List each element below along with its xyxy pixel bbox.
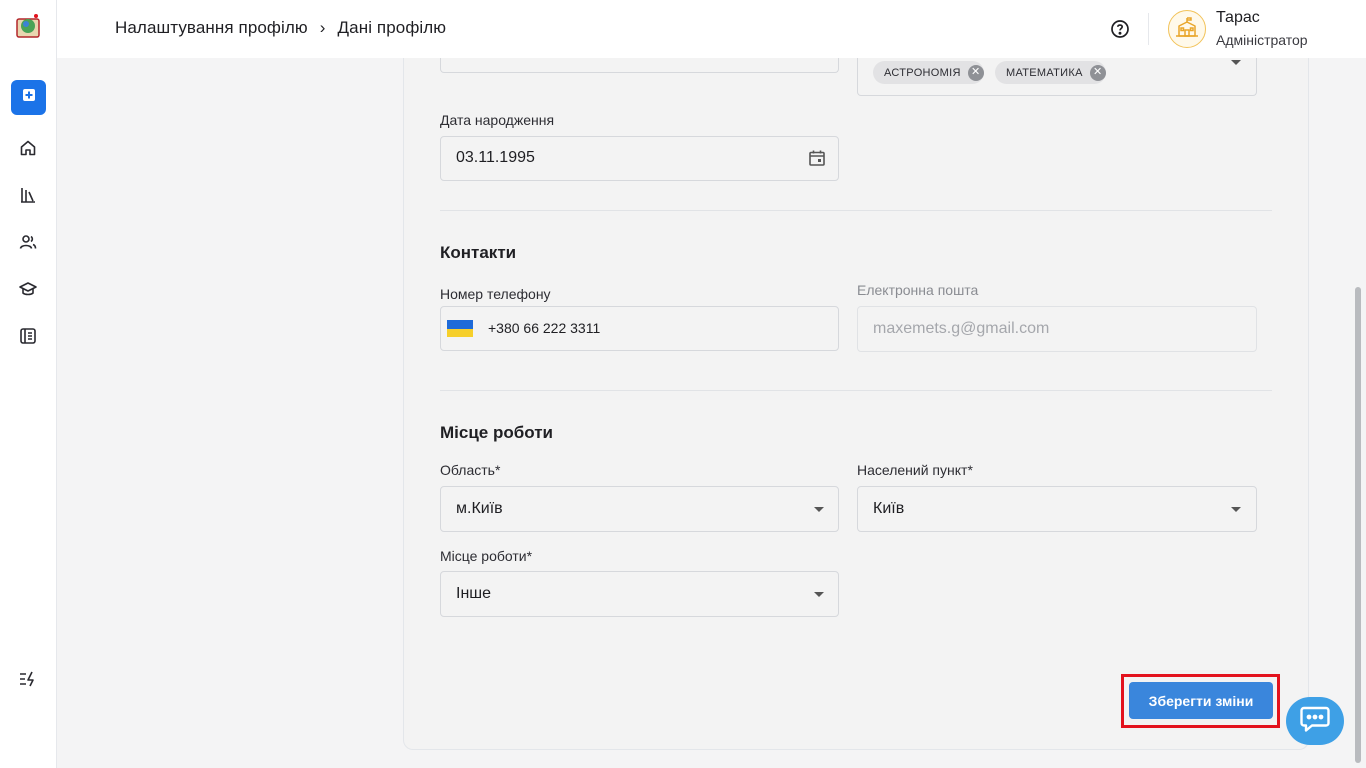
avatar[interactable] [1168, 10, 1206, 48]
top-header: Налаштування профілю › Дані профілю Тара… [57, 0, 1366, 58]
graduation-cap-icon[interactable] [17, 278, 39, 300]
work-select[interactable] [440, 571, 839, 617]
chevron-down-icon [814, 592, 824, 597]
header-divider [1148, 13, 1149, 45]
region-label: Область* [440, 462, 501, 478]
breadcrumb-separator: › [319, 18, 326, 37]
city-value: Київ [873, 500, 905, 517]
chat-icon [1299, 705, 1331, 738]
chat-button[interactable] [1286, 697, 1344, 745]
workplace-title: Місце роботи [440, 423, 553, 442]
contacts-title: Контакти [440, 243, 517, 262]
subject-chip-label: МАТЕМАТИКА [1006, 66, 1083, 79]
home-icon[interactable] [17, 137, 39, 159]
help-icon[interactable] [1110, 19, 1130, 39]
breadcrumb-current: Дані профілю [337, 18, 447, 37]
work-label: Місце роботи* [440, 548, 533, 564]
city-label: Населений пункт* [857, 462, 973, 478]
phone-label: Номер телефону [440, 286, 551, 302]
city-select[interactable] [857, 486, 1257, 532]
journal-icon[interactable] [17, 325, 39, 347]
calendar-icon[interactable] [808, 149, 826, 172]
chevron-down-icon [1231, 507, 1241, 512]
subject-chip-label: АСТРОНОМІЯ [884, 66, 961, 79]
sidebar [0, 0, 57, 768]
plus-square-icon [22, 88, 36, 107]
school-icon [1175, 16, 1199, 43]
chevron-down-icon [814, 507, 824, 512]
section-divider [440, 210, 1272, 211]
work-value: Інше [456, 585, 492, 602]
save-button[interactable]: Зберегти зміни [1129, 682, 1273, 719]
email-value: maxemets.g@gmail.com [873, 320, 1050, 337]
phone-value: +380 66 222 3311 [488, 320, 601, 336]
section-divider [440, 390, 1272, 391]
subject-chip: АСТРОНОМІЯ ✕ [873, 61, 984, 84]
users-icon[interactable] [17, 231, 39, 253]
birth-date-label: Дата народження [440, 112, 555, 128]
collapse-menu-icon[interactable] [17, 668, 39, 690]
subject-chip: МАТЕМАТИКА ✕ [995, 61, 1106, 84]
scrollbar-thumb[interactable] [1355, 287, 1361, 763]
chevron-down-icon [1231, 60, 1241, 65]
breadcrumb: Налаштування профілю › Дані профілю [115, 18, 446, 38]
email-label: Електронна пошта [857, 282, 979, 298]
birth-date-value: 03.11.1995 [456, 149, 535, 166]
region-value: м.Київ [456, 500, 503, 517]
logo-icon[interactable] [14, 12, 42, 40]
breadcrumb-parent[interactable]: Налаштування профілю [115, 18, 308, 38]
library-icon[interactable] [17, 184, 39, 206]
close-icon[interactable]: ✕ [1089, 64, 1106, 81]
ukraine-flag-icon[interactable] [447, 320, 473, 337]
user-name[interactable]: Тарас [1216, 9, 1260, 27]
user-role: Адміністратор [1216, 32, 1308, 48]
close-icon[interactable]: ✕ [967, 64, 984, 81]
add-button[interactable] [11, 80, 46, 115]
